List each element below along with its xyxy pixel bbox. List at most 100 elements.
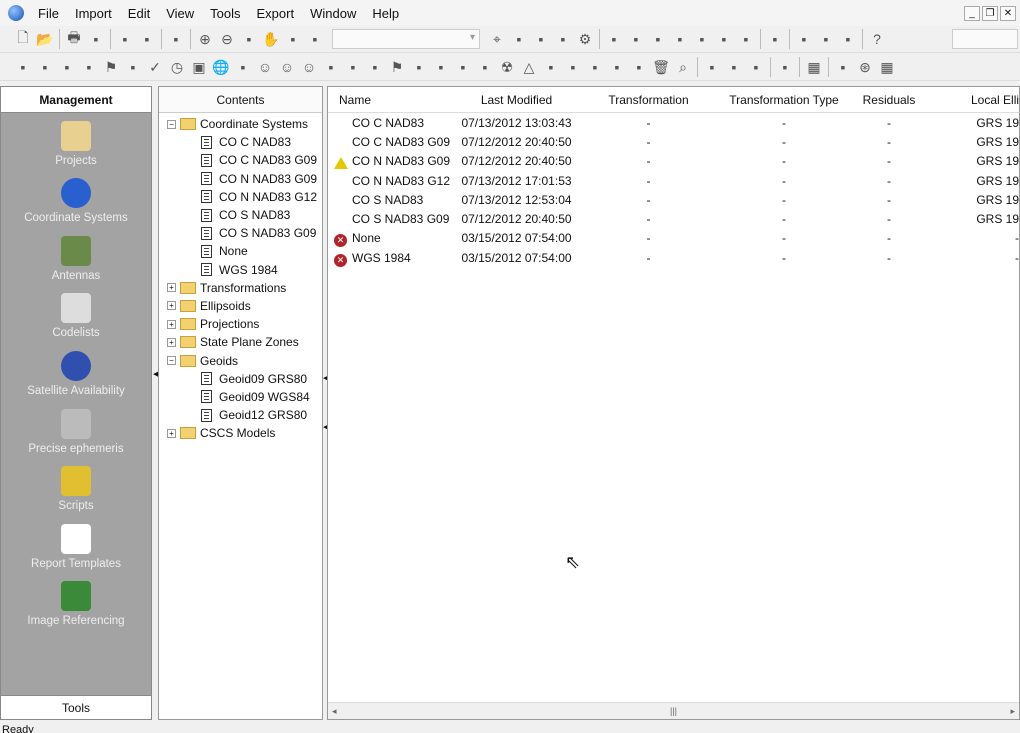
bulb-icon[interactable]: ▪ bbox=[452, 56, 474, 78]
column-header[interactable]: Transformation Type bbox=[709, 93, 859, 107]
column-header[interactable]: Residuals bbox=[859, 93, 919, 107]
sidebar-item-image-referencing[interactable]: Image Referencing bbox=[1, 574, 151, 632]
restore-button[interactable]: ❐ bbox=[982, 6, 998, 21]
column-header[interactable]: Transformation bbox=[588, 93, 709, 107]
table-row[interactable]: CO C NAD83 G09 07/12/2012 20:40:50 - - - GRS … bbox=[328, 132, 1019, 151]
new-icon[interactable]: 🗋 bbox=[12, 28, 34, 50]
bar-icon[interactable]: ▪ bbox=[34, 56, 56, 78]
copy-icon[interactable]: ▪ bbox=[114, 28, 136, 50]
save-icon[interactable]: ▣ bbox=[188, 56, 210, 78]
bell-icon[interactable]: △ bbox=[518, 56, 540, 78]
gear-icon[interactable]: ⚙ bbox=[574, 28, 596, 50]
horizontal-scrollbar[interactable]: ◂ ||| ▸ bbox=[328, 702, 1019, 719]
next-icon[interactable]: ▪ bbox=[701, 56, 723, 78]
bottle-icon[interactable]: ▪ bbox=[628, 56, 650, 78]
printer-icon[interactable]: ▪ bbox=[320, 56, 342, 78]
pen-icon[interactable]: ▪ bbox=[232, 56, 254, 78]
expand-icon[interactable]: + bbox=[167, 337, 176, 347]
table-row[interactable]: CO S NAD83 G09 07/12/2012 20:40:50 - - - GRS … bbox=[328, 209, 1019, 228]
print2-icon[interactable]: ▪ bbox=[774, 56, 796, 78]
smiley3-icon[interactable]: ☺ bbox=[298, 56, 320, 78]
collapse-icon[interactable]: − bbox=[167, 119, 176, 129]
tree-node[interactable]: + CSCS Models bbox=[167, 424, 322, 442]
sidebar-item-projects[interactable]: Projects bbox=[1, 113, 151, 171]
sidebar-item-satellite-availability[interactable]: Satellite Availability bbox=[1, 343, 151, 401]
menu-view[interactable]: View bbox=[158, 6, 202, 21]
next2-icon[interactable]: ▪ bbox=[723, 56, 745, 78]
import-icon[interactable]: ▪ bbox=[165, 28, 187, 50]
3d-icon[interactable]: ▪ bbox=[304, 28, 326, 50]
menu-export[interactable]: Export bbox=[249, 6, 303, 21]
bracket-icon[interactable]: ▪ bbox=[562, 56, 584, 78]
menu-help[interactable]: Help bbox=[364, 6, 407, 21]
line-icon[interactable]: ▪ bbox=[603, 28, 625, 50]
sidebar-item-precise-ephemeris[interactable]: Precise ephemeris bbox=[1, 401, 151, 459]
sidebar-item-antennas[interactable]: Antennas bbox=[1, 228, 151, 286]
pencil-icon[interactable]: ▪ bbox=[474, 56, 496, 78]
tree-node[interactable]: CO C NAD83 bbox=[167, 133, 322, 151]
expand-icon[interactable]: + bbox=[167, 301, 176, 311]
table-row[interactable]: CO N NAD83 G12 07/13/2012 17:01:53 - - - GRS … bbox=[328, 171, 1019, 190]
close-button[interactable]: ✕ bbox=[1000, 6, 1016, 21]
binoculars-green-icon[interactable]: ▪ bbox=[815, 28, 837, 50]
tree-node[interactable]: + Ellipsoids bbox=[167, 297, 322, 315]
sidebar-item-scripts[interactable]: Scripts bbox=[1, 459, 151, 517]
table-row[interactable]: CO C NAD83 07/13/2012 13:03:43 - - - GRS 19 bbox=[328, 113, 1019, 132]
arrow2-icon[interactable]: ▪ bbox=[540, 56, 562, 78]
camera-icon[interactable]: ▪ bbox=[584, 56, 606, 78]
shape-icon[interactable]: ▪ bbox=[691, 28, 713, 50]
tree-node[interactable]: Geoid12 GRS80 bbox=[167, 406, 322, 424]
smiley-icon[interactable]: ☺ bbox=[254, 56, 276, 78]
map-icon[interactable]: ▪ bbox=[12, 56, 34, 78]
sidebar-item-report-templates[interactable]: Report Templates bbox=[1, 516, 151, 574]
tools-button[interactable]: Tools bbox=[1, 695, 151, 719]
red-flag-icon[interactable]: ⚑ bbox=[386, 56, 408, 78]
tree-node[interactable]: CO N NAD83 G09 bbox=[167, 170, 322, 188]
earth-icon[interactable]: 🌐 bbox=[210, 56, 232, 78]
tool-icon[interactable]: ▪ bbox=[552, 28, 574, 50]
tree-node[interactable]: CO S NAD83 G09 bbox=[167, 224, 322, 242]
tree-node[interactable]: − Coordinate Systems bbox=[167, 115, 322, 133]
binoculars-yellow-icon[interactable]: ▪ bbox=[837, 28, 859, 50]
check-icon[interactable]: ✓ bbox=[144, 56, 166, 78]
tree-node[interactable]: CO N NAD83 G12 bbox=[167, 188, 322, 206]
flag-small-icon[interactable]: ▪ bbox=[342, 56, 364, 78]
globe-settings-icon[interactable]: ▪ bbox=[713, 28, 735, 50]
trash-icon[interactable]: 🗑 bbox=[650, 56, 672, 78]
tree-node[interactable]: CO C NAD83 G09 bbox=[167, 151, 322, 169]
globe2-icon[interactable]: ⊛ bbox=[854, 56, 876, 78]
histogram-icon[interactable]: ▪ bbox=[408, 56, 430, 78]
minimize-button[interactable]: _ bbox=[964, 6, 980, 21]
target-circle-icon[interactable]: ▪ bbox=[78, 56, 100, 78]
menu-tools[interactable]: Tools bbox=[202, 6, 248, 21]
clock-icon[interactable]: ◷ bbox=[166, 56, 188, 78]
collapse-icon[interactable]: − bbox=[167, 356, 176, 366]
triangle-icon[interactable]: ▪ bbox=[669, 28, 691, 50]
plane-icon[interactable]: ▪ bbox=[122, 56, 144, 78]
zoom-in-icon[interactable]: ⊕ bbox=[194, 28, 216, 50]
flag-icon[interactable]: ⚑ bbox=[100, 56, 122, 78]
smiley2-icon[interactable]: ☺ bbox=[276, 56, 298, 78]
zoom-extents-icon[interactable]: ▪ bbox=[238, 28, 260, 50]
tree-node[interactable]: + Transformations bbox=[167, 279, 322, 297]
tree-node[interactable]: None bbox=[167, 242, 322, 260]
table-row[interactable]: ✕ WGS 1984 03/15/2012 07:54:00 - - - - bbox=[328, 248, 1019, 267]
layers-icon[interactable]: ▪ bbox=[282, 28, 304, 50]
print-preview-icon[interactable]: ▪ bbox=[85, 28, 107, 50]
menu-edit[interactable]: Edit bbox=[120, 6, 158, 21]
tree-node[interactable]: − Geoids bbox=[167, 351, 322, 369]
grid-icon[interactable]: ▦ bbox=[803, 56, 825, 78]
binoculars-icon[interactable]: ▪ bbox=[793, 28, 815, 50]
print-icon[interactable]: 🖶 bbox=[63, 28, 85, 50]
help-icon[interactable]: ? bbox=[866, 28, 888, 50]
satellite-icon[interactable]: ▪ bbox=[430, 56, 452, 78]
sidebar-item-coordinate-systems[interactable]: Coordinate Systems bbox=[1, 171, 151, 229]
hand-icon[interactable]: ▪ bbox=[606, 56, 628, 78]
toolbar-input[interactable] bbox=[952, 29, 1018, 49]
expand-icon[interactable]: + bbox=[167, 283, 176, 293]
toggle-icon[interactable]: ▪ bbox=[735, 28, 757, 50]
tree-node[interactable]: Geoid09 GRS80 bbox=[167, 370, 322, 388]
target-icon[interactable]: ⌖ bbox=[486, 28, 508, 50]
bar2-icon[interactable]: ▪ bbox=[56, 56, 78, 78]
expand-icon[interactable]: + bbox=[167, 319, 176, 329]
